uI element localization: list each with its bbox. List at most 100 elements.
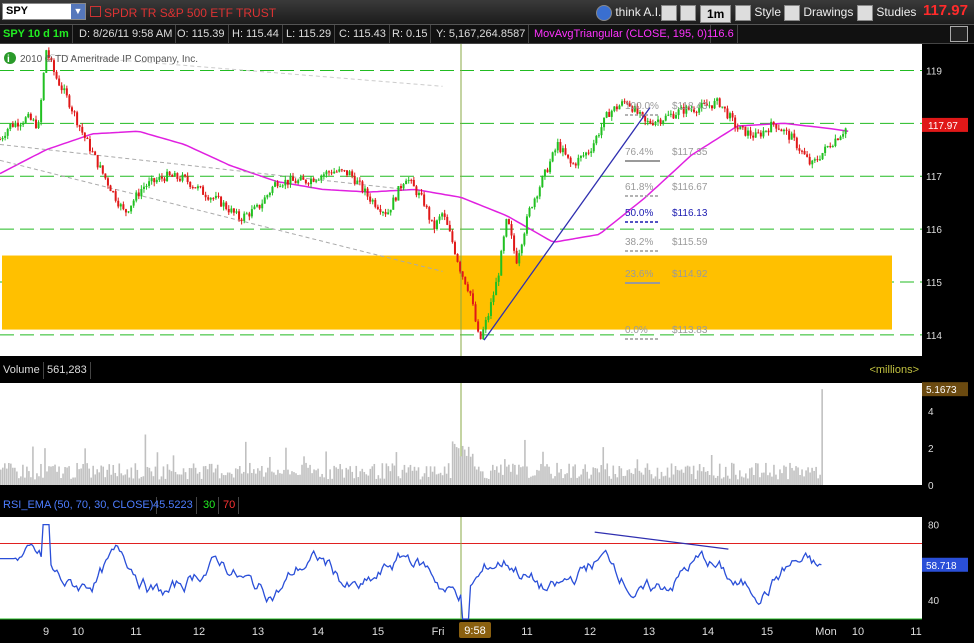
volume-bar (62, 473, 64, 485)
tools-button-1[interactable] (661, 3, 677, 21)
candle-body (397, 186, 400, 201)
volume-bar (297, 474, 299, 485)
fib-ratio: 38.2% (625, 237, 653, 248)
volume-bar (265, 472, 267, 485)
volume-bar (650, 474, 653, 485)
candle-body (286, 179, 289, 185)
volume-bar (236, 469, 239, 485)
candle-body (232, 208, 235, 213)
volume-bar (811, 467, 813, 485)
volume-bar (218, 478, 221, 485)
fib-ratio: 61.8% (625, 182, 653, 193)
volume-bar (698, 464, 701, 485)
candle-body (312, 178, 315, 182)
candle-body (497, 275, 500, 282)
volume-bar (618, 466, 621, 485)
volume-bar (638, 470, 641, 485)
rsi-pane-bg (0, 517, 922, 619)
style-button[interactable]: Style (735, 3, 781, 21)
time-tick: 11 (910, 626, 921, 638)
candle-body (641, 112, 644, 116)
candle-body (423, 194, 426, 206)
volume-bar (518, 464, 520, 485)
volume-bar (369, 468, 372, 485)
volume-bar (68, 466, 70, 485)
candle-body (510, 224, 513, 236)
candle-body (479, 331, 482, 340)
volume-bar (70, 478, 72, 485)
candle-body (307, 183, 310, 185)
candle-body (631, 106, 634, 112)
candle-body (592, 143, 595, 152)
candle-body (759, 132, 762, 137)
volume-bar (140, 476, 143, 485)
volume-bar (791, 467, 793, 485)
volume-bar (152, 476, 155, 485)
candle-body (86, 137, 89, 139)
time-tick: 10 (72, 626, 84, 638)
candle-body (741, 126, 744, 128)
volume-bar (255, 473, 257, 485)
volume-bar (419, 479, 422, 485)
volume-bar (487, 478, 490, 485)
tools-button-2[interactable] (680, 3, 696, 21)
drawings-button[interactable]: Drawings (784, 3, 853, 21)
candle-body (507, 219, 510, 225)
volume-bar (716, 475, 719, 485)
volume-bar (491, 464, 494, 485)
candle-body (148, 181, 151, 186)
think-ai-button[interactable]: think A.I. (596, 3, 661, 21)
candle-body (664, 115, 667, 121)
rsi-label[interactable]: RSI_EMA (50, 70, 30, CLOSE) (0, 497, 158, 514)
volume-bar (765, 462, 767, 485)
volume-bar (801, 469, 803, 485)
timeframe-button[interactable]: 1m (700, 5, 732, 23)
volume-label[interactable]: Volume (0, 362, 44, 379)
studies-button[interactable]: Studies (857, 3, 916, 21)
candle-body (399, 186, 402, 189)
chevron-down-icon[interactable]: ▼ (71, 4, 85, 19)
study-name[interactable]: MovAvgTriangular (CLOSE, 195, 0) (531, 25, 712, 43)
rsi-line (0, 523, 822, 620)
volume-bar (548, 466, 550, 485)
bar-low: L: 115.29 (283, 25, 336, 43)
volume-bar (104, 477, 107, 485)
volume-bar (28, 471, 30, 485)
volume-bar (333, 465, 335, 485)
price-candles (0, 47, 847, 340)
volume-bar (536, 469, 538, 485)
candle-body (782, 129, 785, 132)
chart-settings-icon[interactable] (950, 26, 968, 42)
volume-bar (166, 464, 169, 485)
volume-bar (522, 466, 524, 485)
volume-bar (136, 469, 139, 485)
info-icon (4, 52, 16, 64)
volume-bar (2, 467, 4, 485)
candle-body (176, 173, 179, 179)
candle-body (209, 198, 212, 200)
volume-bar (309, 464, 311, 485)
volume-bar (174, 471, 177, 485)
volume-bar (807, 467, 809, 485)
volume-bar (158, 479, 161, 485)
volume-bar (80, 468, 82, 485)
candle-body (667, 114, 670, 116)
symbol-text: SPY (6, 5, 29, 17)
volume-bar (610, 478, 613, 485)
volume-bar (652, 478, 655, 485)
volume-bars (0, 389, 823, 485)
chart-range[interactable]: SPY 10 d 1m (0, 25, 73, 43)
candle-body (428, 207, 431, 220)
candle-body (34, 119, 37, 129)
last-price-tag (922, 117, 968, 132)
volume-bar (732, 463, 735, 485)
candle-body (412, 179, 415, 187)
candle-body (9, 124, 12, 129)
volume-bar (453, 443, 456, 485)
candle-body (140, 188, 143, 197)
candle-body (81, 126, 84, 133)
candle-body (117, 200, 120, 207)
candle-body (353, 175, 356, 184)
symbol-selector[interactable]: SPY ▼ (2, 3, 86, 20)
volume-bar (702, 467, 705, 485)
